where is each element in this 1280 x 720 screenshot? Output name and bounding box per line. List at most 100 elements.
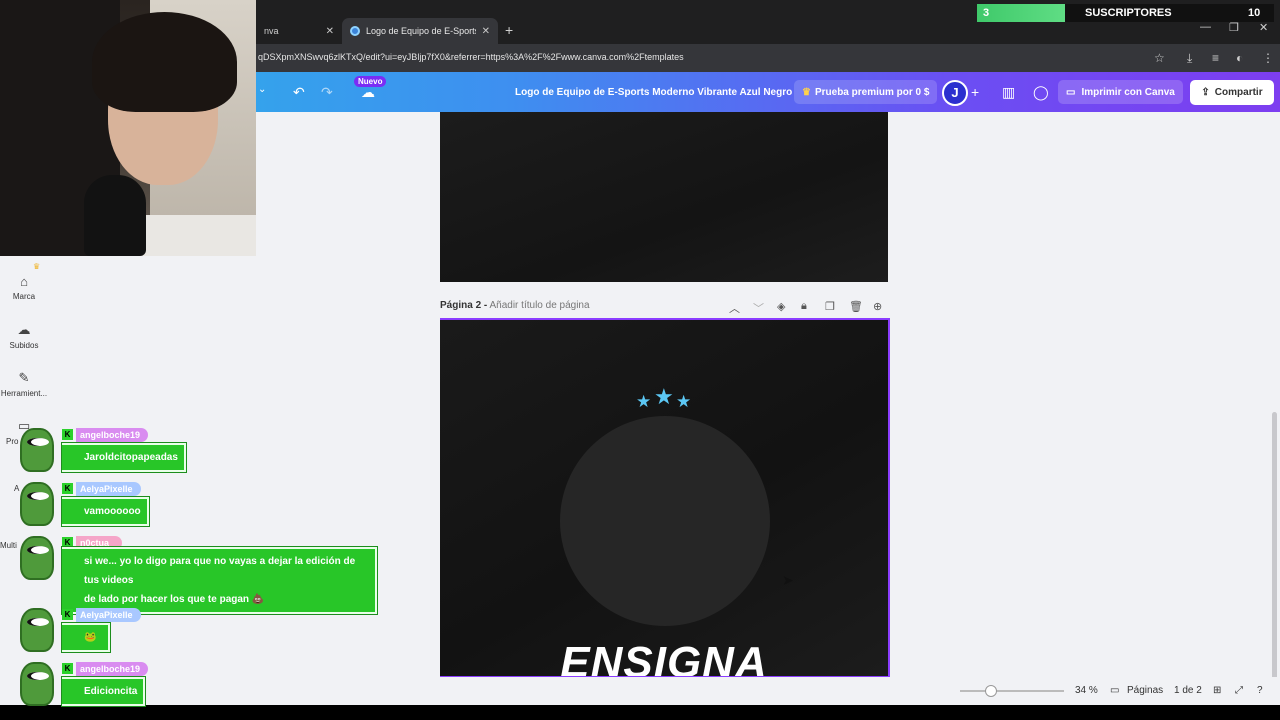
move-down-icon[interactable]: ﹀ bbox=[753, 300, 764, 316]
restore-icon[interactable]: ❐ bbox=[1229, 21, 1239, 34]
page-2-header: Página 2 - Añadir título de página ︿ ﹀ ◈… bbox=[440, 300, 888, 316]
user-avatar[interactable]: J bbox=[942, 80, 968, 106]
sidebar-item-label: Marca bbox=[12, 292, 36, 301]
browser-tab[interactable]: nva ✕ bbox=[256, 18, 342, 44]
chat-text: Jaroldcitopapeadas bbox=[62, 443, 186, 472]
share-button[interactable]: ⇪ Compartir bbox=[1190, 80, 1274, 105]
chevron-down-icon[interactable]: ⌄ bbox=[258, 84, 266, 95]
chat-text-line: si we... yo lo digo para que no vayas a … bbox=[84, 556, 356, 586]
pepe-avatar-icon bbox=[20, 536, 54, 580]
share-icon: ⇪ bbox=[1201, 87, 1210, 98]
url-field[interactable]: qDSXpmXNSwvq6zlKTxQ/edit?ui=eyJBljp7fX0&… bbox=[258, 52, 684, 62]
close-tab-icon[interactable]: ✕ bbox=[326, 26, 334, 37]
streamer-hair bbox=[92, 12, 237, 112]
pen-tool-icon: ✎ bbox=[18, 370, 30, 385]
minimize-icon[interactable]: — bbox=[1200, 21, 1211, 33]
zoom-slider[interactable] bbox=[960, 685, 1064, 697]
canva-favicon-icon bbox=[350, 26, 360, 36]
screen-bottom-border bbox=[0, 705, 1280, 720]
crown-icon: ♛ bbox=[802, 86, 811, 98]
download-icon[interactable]: ⤓ bbox=[1187, 51, 1192, 66]
fullscreen-icon[interactable]: ⤢ bbox=[1235, 685, 1243, 696]
sidebar-item-label: Pro bbox=[6, 437, 19, 446]
chat-text: vamoooooo bbox=[62, 497, 149, 526]
webcam-feed bbox=[0, 0, 256, 256]
subscriber-goal: 10 bbox=[1248, 7, 1261, 19]
insights-chart-icon[interactable]: ▥ bbox=[1002, 84, 1015, 101]
star-icon[interactable]: ★ bbox=[676, 392, 691, 412]
kick-badge-icon: K bbox=[62, 663, 73, 674]
tab-title: nva bbox=[264, 26, 279, 36]
print-label: Imprimir con Canva bbox=[1081, 86, 1175, 98]
pepe-avatar-icon bbox=[20, 428, 54, 472]
bookmark-star-icon[interactable]: ☆ bbox=[1154, 51, 1165, 65]
pages-label[interactable]: Páginas bbox=[1127, 685, 1163, 696]
kick-badge-icon: K bbox=[62, 609, 73, 620]
sidebar-item-label: Subidos bbox=[9, 341, 39, 350]
add-page-icon[interactable]: ⊕ bbox=[873, 300, 882, 313]
new-tab-icon[interactable]: + bbox=[505, 22, 513, 38]
page-count: 1 de 2 bbox=[1174, 685, 1202, 696]
pepe-avatar-icon bbox=[20, 482, 54, 526]
chat-text: Edicioncita bbox=[62, 677, 146, 706]
logo-circle-placeholder[interactable] bbox=[560, 416, 770, 626]
star-icon[interactable]: ★ bbox=[636, 392, 651, 412]
hide-page-icon[interactable]: ◈ bbox=[777, 300, 785, 313]
trash-icon[interactable]: 🗑︎ bbox=[849, 300, 863, 313]
move-up-icon[interactable]: ︿ bbox=[729, 300, 740, 316]
cloud-upload-icon: ☁ bbox=[17, 322, 31, 337]
chat-username: angelboche19 bbox=[76, 428, 149, 442]
share-label: Compartir bbox=[1214, 87, 1263, 98]
chat-text: si we... yo lo digo para que no vayas a … bbox=[62, 547, 377, 614]
grid-view-icon[interactable]: ⊞ bbox=[1213, 685, 1221, 696]
lock-icon[interactable]: 🔒︎ bbox=[801, 300, 807, 313]
sidebar-item-tools[interactable]: ✎ Herramient... bbox=[0, 370, 48, 398]
truck-icon: ▭ bbox=[1066, 86, 1076, 98]
sidebar-item-label: A bbox=[14, 484, 20, 493]
vertical-scrollbar[interactable] bbox=[1272, 412, 1277, 702]
redo-icon[interactable]: ↷ bbox=[321, 84, 333, 101]
browser-tab-active[interactable]: Logo de Equipo de E-Sports M ✕ bbox=[342, 18, 498, 44]
pepe-avatar-icon bbox=[20, 662, 54, 706]
help-icon[interactable]: ? bbox=[1257, 685, 1263, 696]
pepe-avatar-icon bbox=[20, 608, 54, 652]
mouse-cursor-icon: ➤ bbox=[782, 572, 794, 588]
subscriber-label: SUSCRIPTORES bbox=[1085, 7, 1172, 19]
design-page-1[interactable] bbox=[440, 112, 888, 282]
chat-text-line: de lado por hacer los que te pagan 💩 bbox=[84, 594, 265, 605]
document-title[interactable]: Logo de Equipo de E-Sports Moderno Vibra… bbox=[515, 87, 792, 98]
undo-icon[interactable]: ↶ bbox=[293, 84, 305, 101]
sidebar-item-brand[interactable]: ⌂ Marca bbox=[0, 274, 48, 301]
profile-icon[interactable]: ◐ bbox=[1236, 51, 1243, 65]
microphone bbox=[84, 175, 146, 256]
pages-icon[interactable]: ▭ bbox=[1110, 685, 1119, 696]
star-icon[interactable]: ★ bbox=[654, 384, 674, 410]
brand-text[interactable]: ENSIGNA bbox=[440, 638, 888, 676]
page-2-label: Página 2 - bbox=[440, 300, 488, 311]
zoom-level[interactable]: 34 % bbox=[1075, 685, 1098, 696]
chat-text: 🐸 bbox=[62, 623, 110, 652]
chat-username: angelboche19 bbox=[76, 662, 149, 676]
media-controls-icon[interactable]: ≡ bbox=[1212, 51, 1219, 65]
brand-icon: ⌂ bbox=[20, 274, 28, 289]
comment-icon[interactable]: ◯ bbox=[1033, 84, 1049, 101]
print-with-canva-button[interactable]: ▭ Imprimir con Canva bbox=[1058, 80, 1183, 104]
browser-menu-icon[interactable]: ⋮ bbox=[1262, 51, 1274, 65]
chat-username: AelyaPixelle bbox=[76, 482, 141, 496]
design-page-2[interactable]: ★ ★ ★ ENSIGNA bbox=[438, 318, 890, 678]
sidebar-item-label: Herramient... bbox=[0, 389, 48, 398]
window-close-icon[interactable]: ✕ bbox=[1259, 21, 1268, 34]
zoom-slider-handle[interactable] bbox=[984, 685, 997, 697]
chat-username: AelyaPixelle bbox=[76, 608, 141, 622]
premium-trial-button[interactable]: ♛ Prueba premium por 0 $ bbox=[794, 80, 938, 104]
tab-title: Logo de Equipo de E-Sports M bbox=[366, 26, 476, 36]
subscriber-count: 3 bbox=[983, 7, 990, 19]
page-title-input[interactable]: Añadir título de página bbox=[489, 300, 589, 311]
close-tab-icon[interactable]: ✕ bbox=[482, 26, 490, 37]
duplicate-icon[interactable]: ❐ bbox=[825, 300, 835, 313]
kick-badge-icon: K bbox=[62, 483, 73, 494]
sidebar-item-uploads[interactable]: ☁ Subidos bbox=[0, 322, 48, 350]
add-collaborator-icon[interactable]: + bbox=[971, 84, 979, 100]
premium-label: Prueba premium por 0 $ bbox=[814, 86, 930, 98]
new-badge: Nuevo bbox=[354, 76, 387, 87]
